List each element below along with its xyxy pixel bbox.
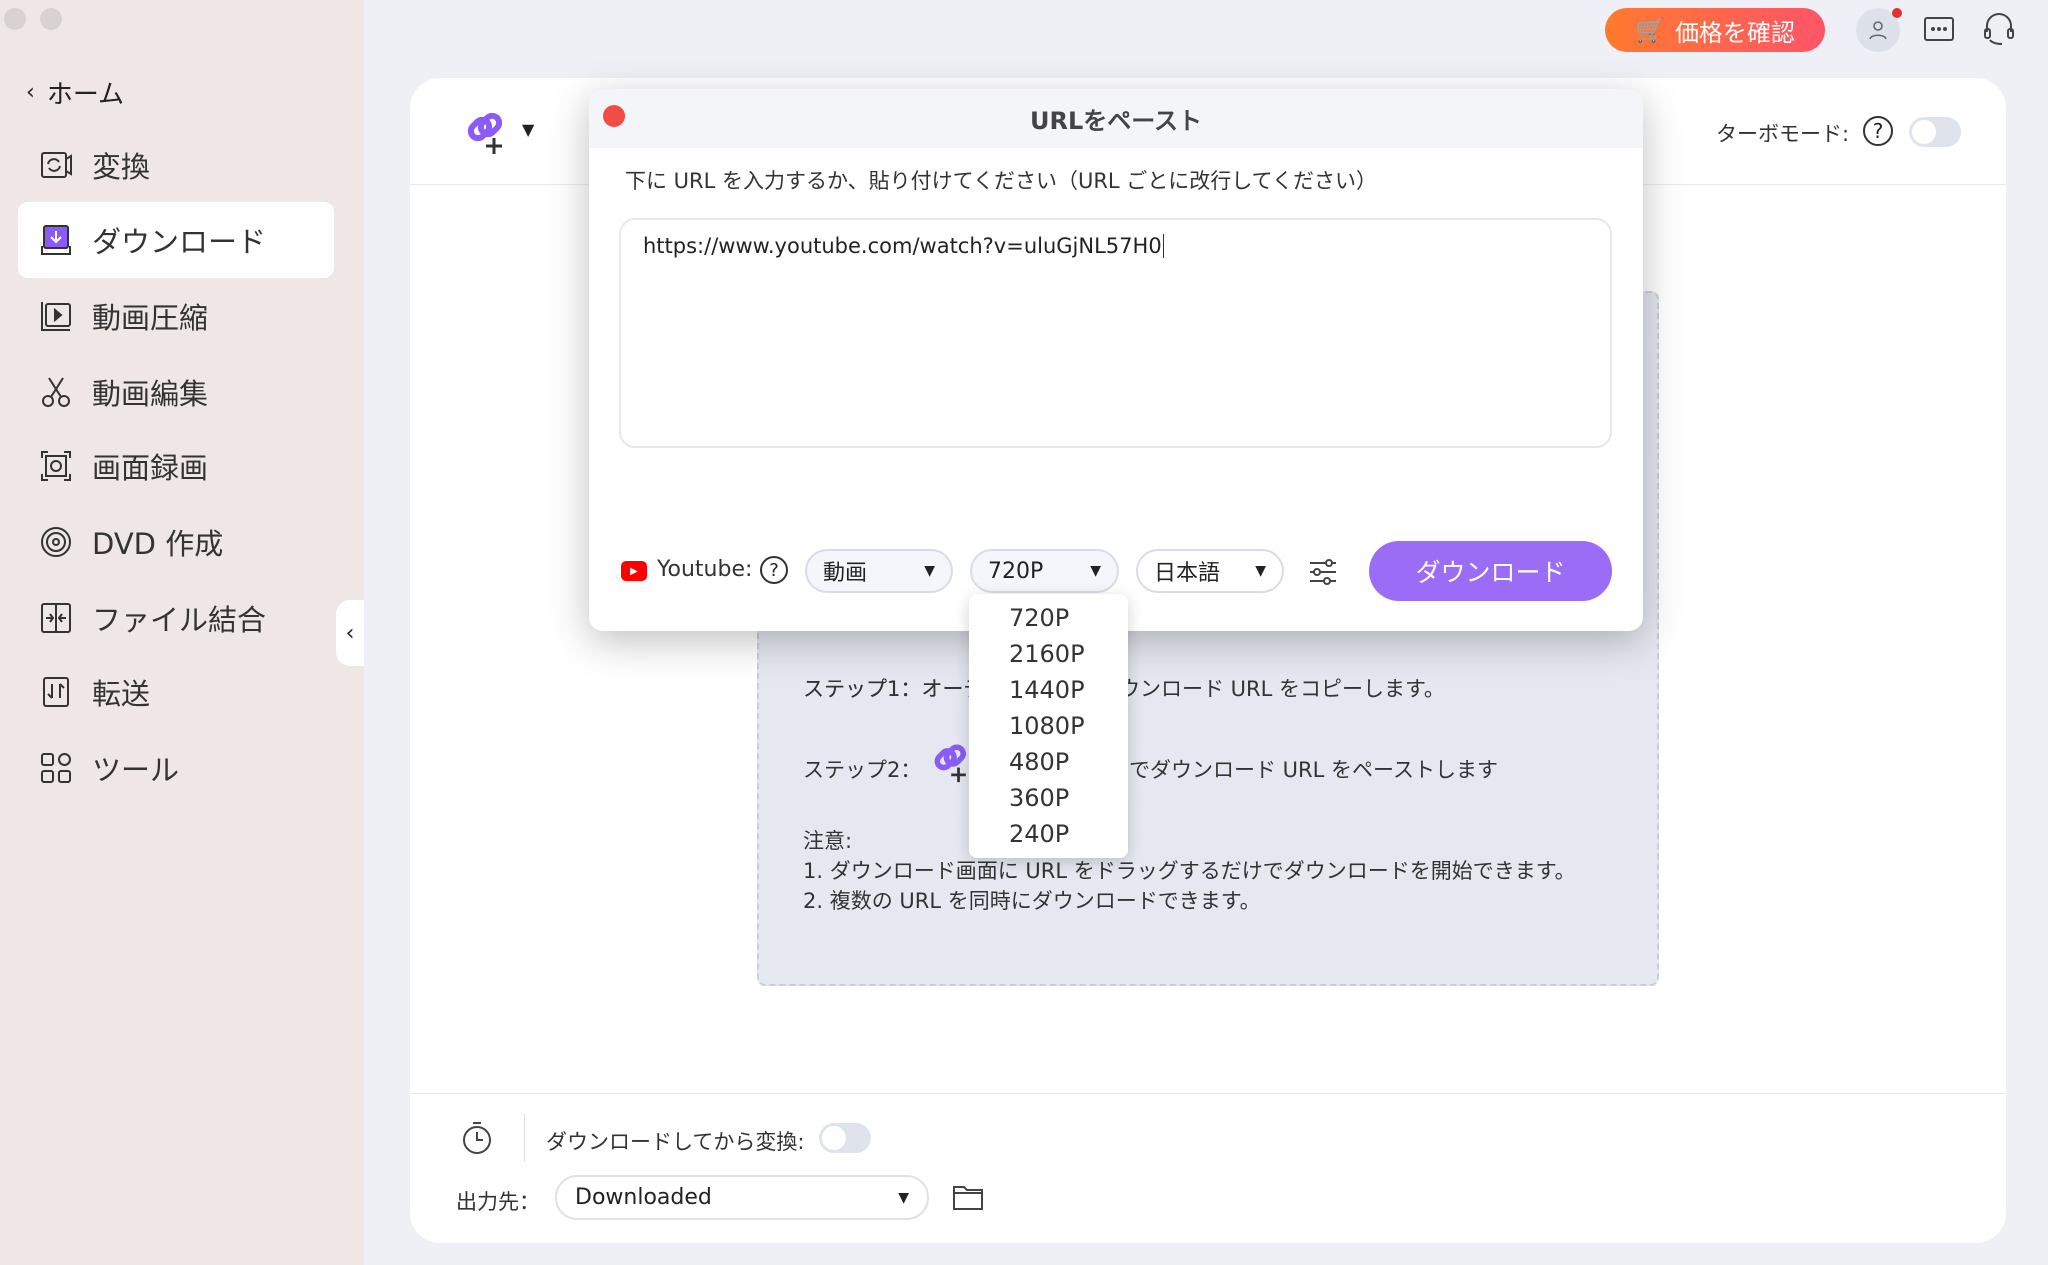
dialog-header: URLをペースト (589, 89, 1643, 148)
chevron-down-icon: ▼ (1090, 563, 1101, 579)
turbo-mode-label: ターボモード: (1716, 122, 1850, 146)
chevron-down-icon[interactable]: ▼ (522, 120, 534, 139)
sidebar-item-1[interactable]: ダウンロード (18, 202, 334, 278)
collapse-sidebar-button[interactable]: ‹ (336, 600, 364, 666)
paste-url-dialog: URLをペースト 下に URL を入力するか、貼り付けてください（URL ごとに… (589, 89, 1643, 631)
help-icon[interactable]: ? (760, 556, 788, 584)
record-icon (41, 451, 71, 481)
sidebar-item-label: ダウンロード (92, 225, 267, 259)
convert-after-download-label: ダウンロードしてから変換: (546, 1130, 805, 1154)
sidebar-item-label: 変換 (92, 150, 151, 184)
sidebar-item-2[interactable]: 動画圧縮 (18, 278, 334, 354)
dialog-instruction: 下に URL を入力するか、貼り付けてください（URL ごとに改行してください） (625, 169, 1378, 193)
download-button[interactable]: ダウンロード (1369, 541, 1612, 601)
quality-option[interactable]: 480P (1009, 748, 1069, 776)
headset-icon[interactable] (1982, 12, 2016, 48)
sidebar-item-label: 動画圧縮 (92, 301, 209, 335)
chevron-down-icon: ▼ (1255, 563, 1266, 579)
notification-dot (1892, 8, 1902, 18)
youtube-icon: ▶ (621, 561, 647, 581)
convert-icon (41, 152, 72, 178)
turbo-mode-toggle[interactable] (1909, 117, 1961, 147)
sidebar-item-7[interactable]: 転送 (18, 654, 334, 730)
quality-select[interactable]: 720P ▼ (970, 549, 1119, 593)
quality-option[interactable]: 720P (1009, 604, 1069, 632)
step2-text: ステップ2： (803, 758, 922, 782)
convert-after-download-toggle[interactable] (819, 1123, 871, 1153)
settings-sliders-icon[interactable] (1307, 557, 1339, 587)
sidebar-item-label: ファイル結合 (92, 603, 267, 637)
paste-url-icon[interactable] (464, 108, 512, 156)
output-folder-select[interactable]: Downloaded ▼ (555, 1175, 929, 1220)
quality-option[interactable]: 1440P (1009, 676, 1085, 704)
download-icon (41, 225, 71, 255)
quality-option[interactable]: 1080P (1009, 712, 1085, 740)
sidebar-item-label: 画面録画 (92, 451, 209, 485)
note-title: 注意: (803, 829, 853, 853)
type-select[interactable]: 動画 ▼ (805, 549, 953, 593)
help-icon[interactable]: ? (1863, 116, 1893, 146)
quality-dropdown: 720P 2160P 1440P 1080P 480P 360P 240P (969, 594, 1128, 858)
dialog-close-button[interactable] (603, 105, 625, 127)
check-price-button[interactable]: 🛒 価格を確認 (1605, 8, 1825, 52)
note-1: 1. ダウンロード画面に URL をドラッグするだけでダウンロードを開始できます… (803, 859, 1576, 883)
chevron-down-icon: ▼ (924, 563, 935, 579)
merge-icon (41, 603, 71, 633)
tools-icon (41, 753, 71, 783)
sidebar: ‹ ホーム 変換ダウンロード 動画圧縮動画編集画面録画 DVD 作成ファイル結合 転送… (0, 0, 364, 1265)
cart-icon: 🛒 (1635, 16, 1665, 44)
chevron-left-icon: ‹ (26, 80, 35, 105)
sidebar-item-label: 転送 (92, 677, 151, 711)
timer-icon[interactable] (460, 1120, 494, 1156)
window-minimize-button[interactable] (40, 8, 62, 30)
site-label: Youtube: (657, 557, 753, 582)
divider (410, 1093, 2006, 1094)
quality-option[interactable]: 2160P (1009, 640, 1085, 668)
step1-text-left: ステップ1：オー (803, 677, 964, 701)
sidebar-item-label: DVD 作成 (92, 527, 224, 561)
output-label: 出力先： (456, 1190, 540, 1214)
scissors-icon (42, 377, 70, 407)
window-close-button[interactable] (4, 8, 26, 30)
sidebar-item-8[interactable]: ツール (18, 730, 334, 806)
chat-icon[interactable] (1922, 14, 1956, 48)
sidebar-item-6[interactable]: ファイル結合 (18, 580, 334, 656)
note-2: 2. 複数の URL を同時にダウンロードできます。 (803, 889, 1261, 913)
compress-icon (41, 302, 71, 331)
sidebar-item-label: 動画編集 (92, 377, 209, 411)
dialog-title: URLをペースト (1029, 107, 1203, 135)
dvd-icon (41, 527, 71, 557)
back-home-link[interactable]: ‹ ホーム (26, 74, 124, 111)
language-select[interactable]: 日本語 ▼ (1136, 549, 1284, 593)
transfer-icon (43, 677, 69, 707)
divider (524, 1114, 525, 1162)
quality-option[interactable]: 240P (1009, 820, 1069, 848)
sidebar-item-0[interactable]: 変換 (18, 127, 334, 203)
quality-option[interactable]: 360P (1009, 784, 1069, 812)
step1-text-right: ウンロード URL をコピーします。 (1119, 677, 1445, 701)
sidebar-item-label: ツール (92, 753, 180, 787)
sidebar-item-5[interactable]: DVD 作成 (18, 504, 334, 580)
chevron-down-icon: ▼ (898, 1189, 909, 1206)
sidebar-item-4[interactable]: 画面録画 (18, 428, 334, 504)
avatar[interactable] (1856, 8, 1902, 52)
sidebar-item-3[interactable]: 動画編集 (18, 354, 334, 430)
url-textarea[interactable]: https://www.youtube.com/watch?v=uluGjNL5… (619, 218, 1612, 448)
folder-icon[interactable] (952, 1183, 984, 1211)
